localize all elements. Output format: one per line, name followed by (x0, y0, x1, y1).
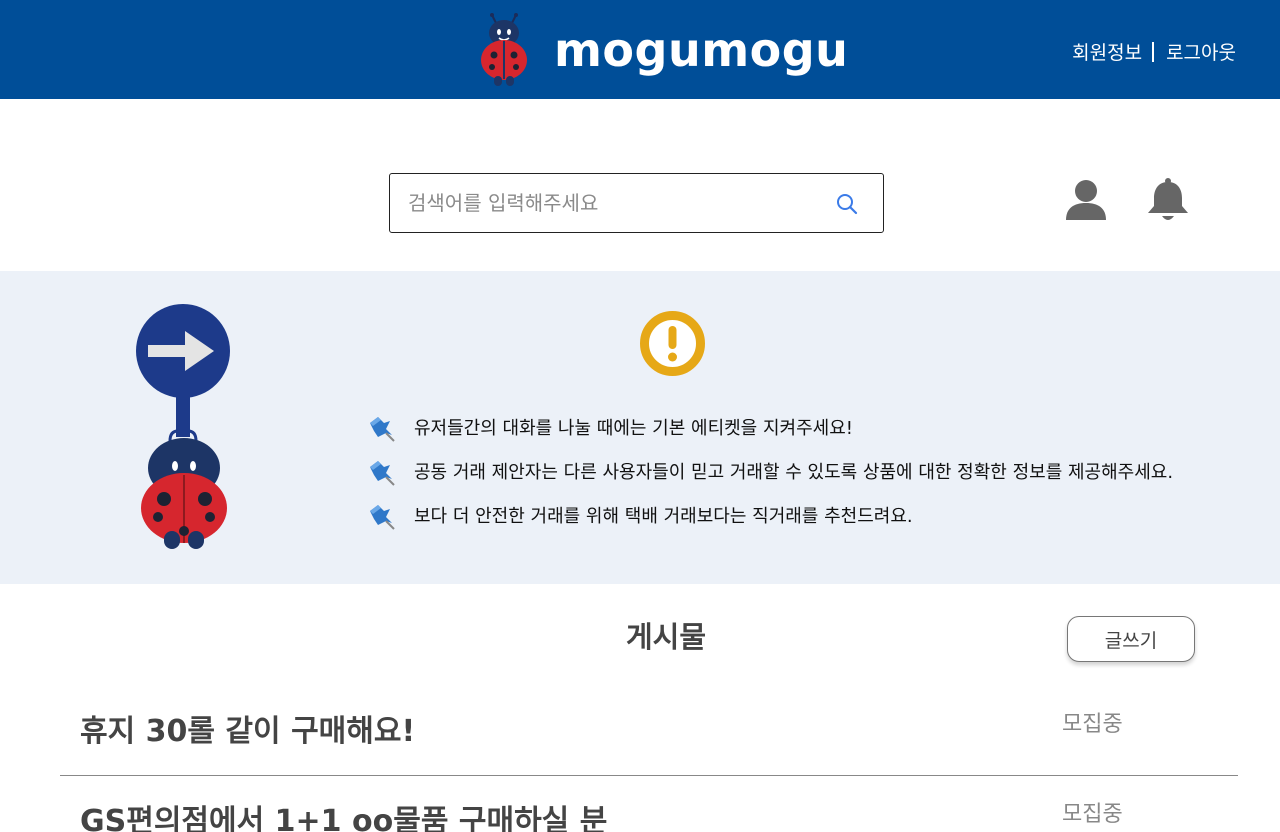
bell-icon[interactable] (1145, 178, 1191, 224)
notice-rule-text: 보다 더 안전한 거래를 위해 택배 거래보다는 직거래를 추천드려요. (414, 506, 913, 527)
notice-rule-text: 유저들간의 대화를 나눌 때에는 기본 에티켓을 지켜주세요! (414, 418, 853, 439)
brand-link[interactable]: mogumogu (474, 10, 848, 90)
notice-rule-text: 공동 거래 제안자는 다른 사용자들이 믿고 거래할 수 있도록 상품에 대한 … (414, 462, 1174, 483)
post-list-item[interactable]: GS편의점에서 1+1 oo물품 구매하실 분 모집중 (60, 776, 1238, 832)
pushpin-icon (370, 461, 395, 486)
pushpin-icon (370, 505, 395, 530)
post-status-badge: 모집중 (1062, 802, 1123, 827)
warning-icon (640, 311, 705, 376)
user-nav: 회원정보 로그아웃 (1072, 38, 1236, 65)
search-input[interactable] (408, 174, 828, 231)
brand-name: mogumogu (554, 23, 849, 77)
post-title[interactable]: GS편의점에서 1+1 oo물품 구매하실 분 (80, 796, 607, 832)
write-post-button[interactable]: 글쓰기 (1067, 616, 1195, 662)
top-header: mogumogu 회원정보 로그아웃 (0, 0, 1280, 99)
notice-rule: 공동 거래 제안자는 다른 사용자들이 믿고 거래할 수 있도록 상품에 대한 … (364, 449, 1173, 493)
profile-link[interactable]: 회원정보 (1072, 38, 1142, 65)
nav-divider (1152, 41, 1155, 62)
post-title[interactable]: 휴지 30롤 같이 구매해요! (80, 706, 415, 750)
ladybug-logo-icon (481, 13, 527, 86)
notice-rule: 유저들간의 대화를 나눌 때에는 기본 에티켓을 지켜주세요! (364, 405, 1173, 449)
notice-rules-list: 유저들간의 대화를 나눌 때에는 기본 에티켓을 지켜주세요! 공동 거래 제안… (364, 405, 1173, 537)
search-bar (389, 173, 884, 233)
user-icon[interactable] (1064, 178, 1108, 222)
logout-link[interactable]: 로그아웃 (1166, 38, 1236, 65)
pushpin-icon (370, 417, 395, 442)
post-status-badge: 모집중 (1062, 712, 1123, 737)
post-list-item[interactable]: 휴지 30롤 같이 구매해요! 모집중 (60, 686, 1238, 776)
notice-rule: 보다 더 안전한 거래를 위해 택배 거래보다는 직거래를 추천드려요. (364, 493, 1173, 537)
ladybug-sign-mascot (136, 304, 230, 549)
search-icon[interactable] (836, 193, 858, 215)
notice-banner: 유저들간의 대화를 나눌 때에는 기본 에티켓을 지켜주세요! 공동 거래 제안… (0, 271, 1280, 584)
